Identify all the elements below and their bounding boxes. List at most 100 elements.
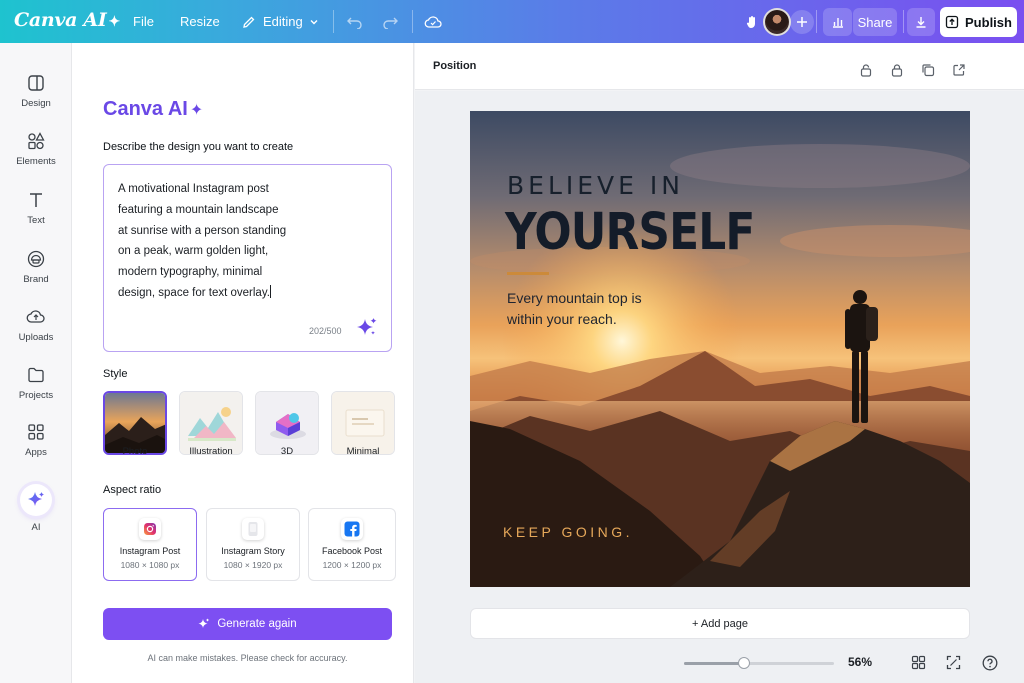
zoom-slider-handle[interactable] xyxy=(738,657,750,669)
download-button[interactable] xyxy=(907,8,935,36)
analytics-button[interactable] xyxy=(823,8,852,36)
sparkle-icon xyxy=(28,492,44,506)
prompt-line: at sunrise with a person standing xyxy=(118,224,287,237)
rail-item-elements[interactable]: Elements xyxy=(0,131,72,167)
editing-label: Editing xyxy=(263,14,303,29)
aspect-name: Instagram Post xyxy=(119,546,181,556)
add-collaborator-button[interactable] xyxy=(790,10,814,34)
style-name: Illustration xyxy=(189,446,233,457)
text-icon xyxy=(30,193,42,207)
redo-button[interactable] xyxy=(382,0,399,43)
rail-item-projects[interactable]: Projects xyxy=(0,365,72,401)
rail-label: Brand xyxy=(23,274,49,285)
aspect-option-instagram-story[interactable]: Instagram Story 1080 × 1920 px xyxy=(206,508,300,581)
rail-label: Elements xyxy=(16,156,56,167)
rail-item-uploads[interactable]: Uploads xyxy=(0,307,72,343)
redo-icon xyxy=(383,17,398,29)
bar-chart-icon xyxy=(832,18,843,28)
hand-tool-icon[interactable] xyxy=(745,0,759,43)
elements-icon xyxy=(28,132,45,150)
panel-title: Canva AI ✦ xyxy=(103,98,204,120)
duplicate-icon[interactable] xyxy=(921,63,935,82)
divider xyxy=(412,10,413,33)
publish-icon xyxy=(945,15,959,29)
avatar[interactable] xyxy=(763,8,791,36)
prompt-line: design, space for text overlay. xyxy=(118,286,270,299)
aspect-option-instagram-post[interactable]: Instagram Post 1080 × 1080 px xyxy=(103,508,197,581)
ai-disclaimer: AI can make mistakes. Please check for a… xyxy=(147,653,348,663)
divider xyxy=(903,10,904,33)
plus-icon xyxy=(797,17,807,27)
zoom-slider-fill xyxy=(684,662,744,665)
top-bar: Canva AI ✦ File Resize Editing Share Publ… xyxy=(0,0,1024,43)
lock-icon[interactable] xyxy=(859,63,873,82)
rail-label: Apps xyxy=(25,447,47,458)
char-counter: 202/500 xyxy=(309,326,342,336)
prompt-line: A motivational Instagram post xyxy=(118,183,269,195)
prompt-textarea[interactable]: A motivational Instagram post featuring … xyxy=(103,164,392,352)
canva-ai-logo[interactable]: Canva AI ✦ xyxy=(14,9,120,31)
rail-item-brand[interactable]: Brand xyxy=(0,249,72,285)
canvas-toolbar: Position xyxy=(415,43,1024,90)
zoom-slider[interactable] xyxy=(684,657,834,669)
zoom-level[interactable]: 56% xyxy=(848,655,872,669)
design-canvas[interactable]: BELIEVE IN YOURSELF Every mountain top i… xyxy=(470,111,970,587)
instagram-icon xyxy=(139,518,161,540)
add-page-button[interactable]: + Add page xyxy=(470,608,970,639)
editing-mode-button[interactable]: Editing xyxy=(242,0,319,43)
rail-label: Projects xyxy=(18,390,54,401)
left-rail: Design Elements Text Brand Uploads Proje… xyxy=(0,43,72,683)
undo-button[interactable] xyxy=(346,0,363,43)
aspect-dimensions: 1200 × 1200 px xyxy=(322,560,382,570)
story-icon xyxy=(242,518,264,540)
aspect-name: Instagram Story xyxy=(221,546,285,556)
ai-button[interactable] xyxy=(20,484,52,516)
rail-label: Design xyxy=(21,98,51,109)
rail-item-apps[interactable]: Apps xyxy=(0,422,72,458)
cloud-save-button[interactable] xyxy=(424,0,442,43)
design-footer-text[interactable]: KEEP GOING. xyxy=(503,524,633,540)
rail-item-design[interactable]: Design xyxy=(0,73,72,109)
file-menu-button[interactable]: File xyxy=(133,0,154,43)
style-name: Photo xyxy=(122,446,148,457)
position-button[interactable]: Position xyxy=(433,60,476,72)
publish-button[interactable]: Publish xyxy=(940,7,1017,37)
grid-view-icon[interactable] xyxy=(911,655,926,675)
share-button[interactable]: Share xyxy=(853,8,897,36)
sparkle-icon: ✦ xyxy=(108,14,120,30)
design-icon xyxy=(28,75,44,91)
aspect-option-facebook-post[interactable]: Facebook Post 1200 × 1200 px xyxy=(308,508,396,581)
style-name: Minimal xyxy=(346,446,380,457)
publish-label: Publish xyxy=(965,14,1012,30)
aspect-dimensions: 1080 × 1080 px xyxy=(120,560,180,570)
facebook-icon xyxy=(341,518,363,540)
prompt-text[interactable]: A motivational Instagram post featuring … xyxy=(118,179,318,304)
text-caret xyxy=(269,284,271,298)
design-subtitle[interactable]: Every mountain top is within your reach. xyxy=(507,288,707,330)
chevron-down-icon xyxy=(309,17,319,27)
sparkle-icon xyxy=(357,318,377,335)
resize-button[interactable]: Resize xyxy=(180,0,220,43)
rail-item-ai[interactable]: AI xyxy=(0,484,72,533)
describe-label: Describe the design you want to create xyxy=(103,141,294,153)
style-name: 3D xyxy=(280,446,294,457)
subtitle-line: Every mountain top is xyxy=(507,290,642,306)
download-icon xyxy=(916,17,926,28)
generate-again-button[interactable]: Generate again xyxy=(103,608,392,640)
rail-item-text[interactable]: Text xyxy=(0,190,72,226)
fullscreen-icon[interactable] xyxy=(946,655,961,675)
design-heading-line2[interactable]: YOURSELF xyxy=(505,203,755,262)
unlock-icon[interactable] xyxy=(890,63,904,82)
share-out-icon[interactable] xyxy=(952,63,966,82)
help-icon[interactable] xyxy=(982,655,998,676)
enhance-prompt-button[interactable] xyxy=(356,317,378,342)
rail-label: Uploads xyxy=(18,332,54,343)
style-label: Style xyxy=(103,368,128,380)
sparkle-icon: ✦ xyxy=(189,102,204,119)
subtitle-line: within your reach. xyxy=(507,311,617,327)
design-heading-line1[interactable]: BELIEVE IN xyxy=(507,171,684,200)
pencil-icon xyxy=(242,15,256,29)
divider xyxy=(816,10,817,33)
apps-icon xyxy=(28,424,44,440)
uploads-icon xyxy=(26,310,45,323)
